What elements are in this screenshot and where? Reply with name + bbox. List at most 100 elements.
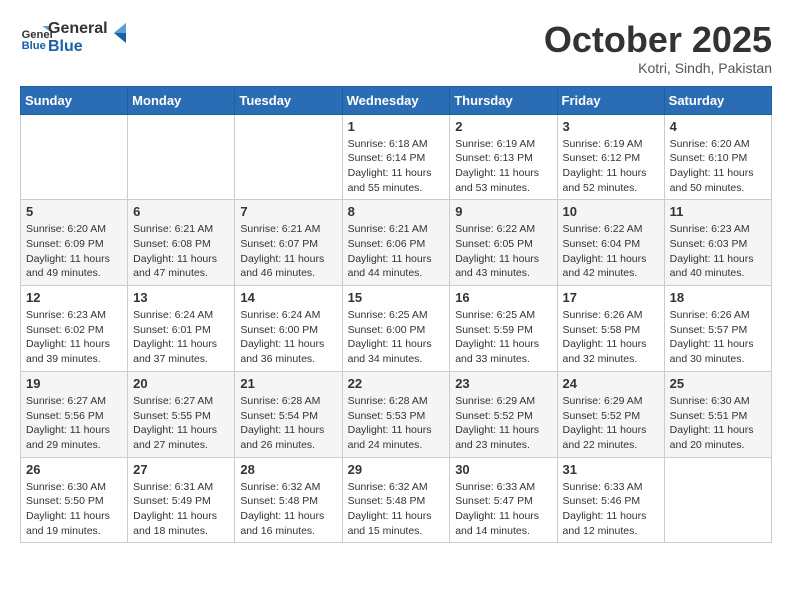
day-info: Sunrise: 6:23 AM Sunset: 6:02 PM Dayligh… xyxy=(26,308,122,367)
day-info: Sunrise: 6:29 AM Sunset: 5:52 PM Dayligh… xyxy=(455,394,551,453)
calendar-cell: 20Sunrise: 6:27 AM Sunset: 5:55 PM Dayli… xyxy=(128,371,235,457)
weekday-header-saturday: Saturday xyxy=(664,86,771,114)
logo: General Blue General Blue xyxy=(20,20,134,55)
day-number: 10 xyxy=(563,204,659,219)
day-number: 24 xyxy=(563,376,659,391)
calendar-week-row: 19 Sunrise: 6:27 AM Sunset: 5:56 PM Dayli… xyxy=(21,371,772,457)
day-info: Sunrise: 6:23 AM Sunset: 6:03 PM Dayligh… xyxy=(670,222,766,281)
calendar-cell: 17 Sunrise: 6:26 AM Sunset: 5:58 PM Dayli… xyxy=(557,286,664,372)
day-number: 22 xyxy=(348,376,445,391)
day-info: Sunrise: 6:25 AM Sunset: 5:59 PM Dayligh… xyxy=(455,308,551,367)
day-info: Sunrise: 6:32 AM Sunset: 5:48 PM Dayligh… xyxy=(240,480,336,539)
day-info: Sunrise: 6:21 AM Sunset: 6:07 PM Dayligh… xyxy=(240,222,336,281)
day-number: 1 xyxy=(348,119,445,134)
calendar-cell: 24 Sunrise: 6:29 AM Sunset: 5:52 PM Dayli… xyxy=(557,371,664,457)
title-block: October 2025 Kotri, Sindh, Pakistan xyxy=(544,20,772,76)
day-number: 30 xyxy=(455,462,551,477)
calendar-cell: 1 Sunrise: 6:18 AM Sunset: 6:14 PM Daylig… xyxy=(342,114,450,200)
day-info: Sunrise: 6:20 AM Sunset: 6:09 PM Dayligh… xyxy=(26,222,122,281)
day-info: Sunrise: 6:26 AM Sunset: 5:57 PM Dayligh… xyxy=(670,308,766,367)
calendar-cell: 29Sunrise: 6:32 AM Sunset: 5:48 PM Dayli… xyxy=(342,457,450,543)
calendar-cell xyxy=(21,114,128,200)
day-number: 18 xyxy=(670,290,766,305)
day-info: Sunrise: 6:28 AM Sunset: 5:53 PM Dayligh… xyxy=(348,394,445,453)
day-number: 11 xyxy=(670,204,766,219)
calendar-cell: 25 Sunrise: 6:30 AM Sunset: 5:51 PM Dayli… xyxy=(664,371,771,457)
location: Kotri, Sindh, Pakistan xyxy=(544,60,772,76)
day-number: 9 xyxy=(455,204,551,219)
calendar-cell: 10 Sunrise: 6:22 AM Sunset: 6:04 PM Dayli… xyxy=(557,200,664,286)
weekday-header-tuesday: Tuesday xyxy=(235,86,342,114)
day-info: Sunrise: 6:33 AM Sunset: 5:46 PM Dayligh… xyxy=(563,480,659,539)
calendar-cell: 15 Sunrise: 6:25 AM Sunset: 6:00 PM Dayli… xyxy=(342,286,450,372)
day-number: 21 xyxy=(240,376,336,391)
calendar-week-row: 1 Sunrise: 6:18 AM Sunset: 6:14 PM Daylig… xyxy=(21,114,772,200)
day-number: 14 xyxy=(240,290,336,305)
day-info: Sunrise: 6:31 AM Sunset: 5:49 PM Dayligh… xyxy=(133,480,229,539)
calendar-cell: 27 Sunrise: 6:31 AM Sunset: 5:49 PM Dayli… xyxy=(128,457,235,543)
calendar-cell: 9 Sunrise: 6:22 AM Sunset: 6:05 PM Daylig… xyxy=(450,200,557,286)
page-header: General Blue General Blue October 2025 K… xyxy=(20,20,772,76)
day-info: Sunrise: 6:18 AM Sunset: 6:14 PM Dayligh… xyxy=(348,137,445,196)
day-info: Sunrise: 6:19 AM Sunset: 6:13 PM Dayligh… xyxy=(455,137,551,196)
calendar-cell: 14 Sunrise: 6:24 AM Sunset: 6:00 PM Dayli… xyxy=(235,286,342,372)
day-number: 20 xyxy=(133,376,229,391)
calendar-cell: 4Sunrise: 6:20 AM Sunset: 6:10 PM Daylig… xyxy=(664,114,771,200)
day-number: 3 xyxy=(563,119,659,134)
calendar-cell: 3Sunrise: 6:19 AM Sunset: 6:12 PM Daylig… xyxy=(557,114,664,200)
day-info: Sunrise: 6:22 AM Sunset: 6:05 PM Dayligh… xyxy=(455,222,551,281)
day-info: Sunrise: 6:24 AM Sunset: 6:01 PM Dayligh… xyxy=(133,308,229,367)
day-info: Sunrise: 6:25 AM Sunset: 6:00 PM Dayligh… xyxy=(348,308,445,367)
day-number: 27 xyxy=(133,462,229,477)
calendar-cell: 2Sunrise: 6:19 AM Sunset: 6:13 PM Daylig… xyxy=(450,114,557,200)
day-info: Sunrise: 6:28 AM Sunset: 5:54 PM Dayligh… xyxy=(240,394,336,453)
day-info: Sunrise: 6:26 AM Sunset: 5:58 PM Dayligh… xyxy=(563,308,659,367)
calendar-cell: 16 Sunrise: 6:25 AM Sunset: 5:59 PM Dayli… xyxy=(450,286,557,372)
day-info: Sunrise: 6:22 AM Sunset: 6:04 PM Dayligh… xyxy=(563,222,659,281)
day-info: Sunrise: 6:33 AM Sunset: 5:47 PM Dayligh… xyxy=(455,480,551,539)
logo-blue: Blue xyxy=(48,38,108,56)
day-info: Sunrise: 6:24 AM Sunset: 6:00 PM Dayligh… xyxy=(240,308,336,367)
day-number: 28 xyxy=(240,462,336,477)
day-number: 26 xyxy=(26,462,122,477)
calendar-cell: 12 Sunrise: 6:23 AM Sunset: 6:02 PM Dayli… xyxy=(21,286,128,372)
calendar-table: SundayMondayTuesdayWednesdayThursdayFrid… xyxy=(20,86,772,544)
day-number: 23 xyxy=(455,376,551,391)
day-number: 15 xyxy=(348,290,445,305)
calendar-week-row: 26 Sunrise: 6:30 AM Sunset: 5:50 PM Dayli… xyxy=(21,457,772,543)
logo-general: General xyxy=(48,20,108,38)
day-number: 7 xyxy=(240,204,336,219)
day-info: Sunrise: 6:30 AM Sunset: 5:50 PM Dayligh… xyxy=(26,480,122,539)
day-info: Sunrise: 6:30 AM Sunset: 5:51 PM Dayligh… xyxy=(670,394,766,453)
calendar-cell: 28 Sunrise: 6:32 AM Sunset: 5:48 PM Dayli… xyxy=(235,457,342,543)
day-info: Sunrise: 6:32 AM Sunset: 5:48 PM Dayligh… xyxy=(348,480,445,539)
svg-text:Blue: Blue xyxy=(22,40,46,52)
day-number: 25 xyxy=(670,376,766,391)
calendar-cell xyxy=(128,114,235,200)
calendar-cell xyxy=(235,114,342,200)
weekday-header-wednesday: Wednesday xyxy=(342,86,450,114)
weekday-header-sunday: Sunday xyxy=(21,86,128,114)
calendar-week-row: 12 Sunrise: 6:23 AM Sunset: 6:02 PM Dayli… xyxy=(21,286,772,372)
calendar-cell: 5 Sunrise: 6:20 AM Sunset: 6:09 PM Daylig… xyxy=(21,200,128,286)
calendar-cell: 26 Sunrise: 6:30 AM Sunset: 5:50 PM Dayli… xyxy=(21,457,128,543)
calendar-cell: 13Sunrise: 6:24 AM Sunset: 6:01 PM Dayli… xyxy=(128,286,235,372)
day-number: 17 xyxy=(563,290,659,305)
weekday-header-friday: Friday xyxy=(557,86,664,114)
day-number: 12 xyxy=(26,290,122,305)
day-number: 6 xyxy=(133,204,229,219)
weekday-header-thursday: Thursday xyxy=(450,86,557,114)
calendar-cell: 8Sunrise: 6:21 AM Sunset: 6:06 PM Daylig… xyxy=(342,200,450,286)
day-number: 16 xyxy=(455,290,551,305)
day-info: Sunrise: 6:21 AM Sunset: 6:06 PM Dayligh… xyxy=(348,222,445,281)
calendar-cell: 31 Sunrise: 6:33 AM Sunset: 5:46 PM Dayli… xyxy=(557,457,664,543)
day-number: 31 xyxy=(563,462,659,477)
day-number: 4 xyxy=(670,119,766,134)
calendar-cell: 19 Sunrise: 6:27 AM Sunset: 5:56 PM Dayli… xyxy=(21,371,128,457)
day-info: Sunrise: 6:29 AM Sunset: 5:52 PM Dayligh… xyxy=(563,394,659,453)
day-info: Sunrise: 6:27 AM Sunset: 5:56 PM Dayligh… xyxy=(26,394,122,453)
calendar-cell: 23 Sunrise: 6:29 AM Sunset: 5:52 PM Dayli… xyxy=(450,371,557,457)
calendar-cell: 11 Sunrise: 6:23 AM Sunset: 6:03 PM Dayli… xyxy=(664,200,771,286)
day-number: 5 xyxy=(26,204,122,219)
day-number: 19 xyxy=(26,376,122,391)
